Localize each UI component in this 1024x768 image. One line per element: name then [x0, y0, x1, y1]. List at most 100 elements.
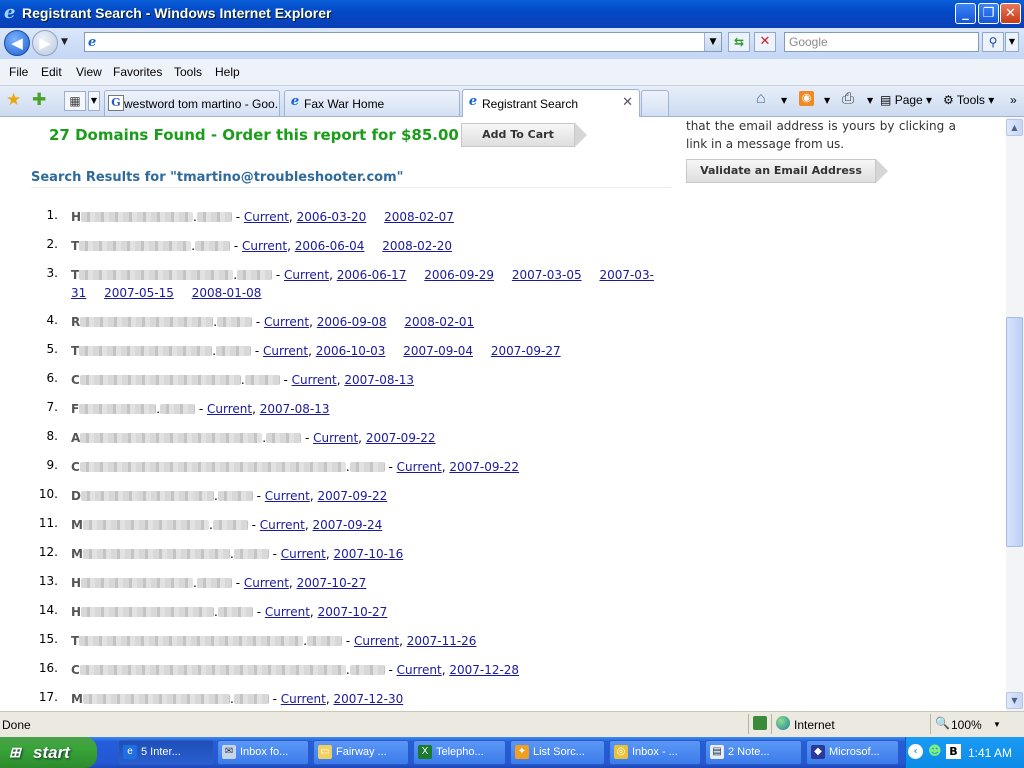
- taskbar-item[interactable]: e 5 Inter...: [118, 740, 214, 765]
- tab-close-icon[interactable]: ✕: [622, 95, 633, 110]
- tab-google-search[interactable]: G westword tom martino - Goo...: [104, 90, 280, 116]
- menu-view[interactable]: View: [76, 65, 102, 79]
- menu-tools[interactable]: Tools: [174, 65, 202, 79]
- feeds-dropdown-icon[interactable]: ▼: [824, 96, 830, 105]
- vertical-scrollbar[interactable]: ▲ ▼: [1006, 117, 1024, 711]
- history-date-link[interactable]: 2006-10-03: [316, 344, 386, 358]
- history-date-link[interactable]: 2007-05-15: [104, 286, 174, 300]
- menu-file[interactable]: File: [9, 65, 28, 79]
- taskbar-item[interactable]: ◆ Microsof...: [806, 740, 899, 765]
- history-date-link[interactable]: 2006-06-04: [295, 239, 365, 253]
- search-button[interactable]: ⚲: [982, 32, 1004, 52]
- history-date-link[interactable]: 2008-02-07: [384, 210, 454, 224]
- taskbar-item[interactable]: ✦ List Sorc...: [510, 740, 605, 765]
- current-link[interactable]: Current: [242, 239, 287, 253]
- taskbar-item[interactable]: ▤ 2 Note...: [705, 740, 802, 765]
- current-link[interactable]: Current: [284, 268, 329, 282]
- current-link[interactable]: Current: [264, 315, 309, 329]
- history-date-link[interactable]: 2007-10-16: [333, 547, 403, 561]
- history-date-link[interactable]: 2007-03-05: [512, 268, 582, 282]
- current-link[interactable]: Current: [244, 210, 289, 224]
- new-tab-button[interactable]: [641, 90, 669, 116]
- current-link[interactable]: Current: [281, 547, 326, 561]
- current-link[interactable]: Current: [281, 692, 326, 706]
- menu-edit[interactable]: Edit: [41, 65, 62, 79]
- current-link[interactable]: Current: [354, 634, 399, 648]
- history-date-link[interactable]: 2008-02-20: [382, 239, 452, 253]
- print-dropdown-icon[interactable]: ▼: [867, 96, 873, 105]
- page-menu[interactable]: ▤ Page ▾: [880, 93, 932, 107]
- taskbar-item[interactable]: ◎ Inbox - ...: [609, 740, 701, 765]
- history-date-link[interactable]: 2007-12-30: [333, 692, 403, 706]
- history-date-link[interactable]: 2006-06-17: [337, 268, 407, 282]
- scroll-down-button[interactable]: ▼: [1006, 692, 1023, 709]
- current-link[interactable]: Current: [263, 344, 308, 358]
- history-date-link[interactable]: 2007-10-27: [318, 605, 388, 619]
- history-date-link[interactable]: 2006-09-29: [424, 268, 494, 282]
- start-button[interactable]: ⊞ start: [0, 737, 97, 768]
- current-link[interactable]: Current: [397, 460, 442, 474]
- search-options-dropdown[interactable]: ▼: [1005, 32, 1019, 52]
- history-date-link[interactable]: 2007-09-22: [449, 460, 519, 474]
- history-date-link[interactable]: 2007-09-22: [317, 489, 387, 503]
- tab-registrant-search[interactable]: e Registrant Search ✕: [462, 89, 640, 117]
- tray-expand-icon[interactable]: ‹: [908, 744, 923, 759]
- search-input[interactable]: Google: [784, 32, 979, 52]
- history-date-link[interactable]: 2007-11-26: [407, 634, 477, 648]
- feeds-icon[interactable]: ◉: [799, 91, 814, 106]
- current-link[interactable]: Current: [244, 576, 289, 590]
- url-dropdown-icon[interactable]: ▼: [704, 33, 721, 51]
- quick-tabs-icon[interactable]: ▦: [64, 91, 86, 111]
- zoom-dropdown-icon[interactable]: ▼: [993, 720, 1001, 729]
- current-link[interactable]: Current: [292, 373, 337, 387]
- zoom-level[interactable]: 100%: [951, 718, 982, 732]
- history-date-link[interactable]: 2007-12-28: [449, 663, 519, 677]
- stop-button[interactable]: ✕: [754, 32, 776, 52]
- history-date-link[interactable]: 2007-10-27: [297, 576, 367, 590]
- current-link[interactable]: Current: [265, 489, 310, 503]
- menu-help[interactable]: Help: [215, 65, 240, 79]
- current-link[interactable]: Current: [313, 431, 358, 445]
- scroll-up-button[interactable]: ▲: [1006, 119, 1023, 136]
- taskbar-item[interactable]: ✉ Inbox fo...: [217, 740, 309, 765]
- history-date-link[interactable]: 2007-08-13: [344, 373, 414, 387]
- forward-button[interactable]: ▶: [32, 30, 58, 56]
- history-date-link[interactable]: 2008-02-01: [404, 315, 474, 329]
- history-date-link[interactable]: 2007-09-04: [403, 344, 473, 358]
- favorites-star-icon[interactable]: ★: [6, 90, 21, 110]
- current-link[interactable]: Current: [265, 605, 310, 619]
- toolbar-overflow-icon[interactable]: »: [1010, 93, 1017, 107]
- refresh-button[interactable]: ⇆: [728, 32, 750, 52]
- history-date-link[interactable]: 2007-09-24: [312, 518, 382, 532]
- tab-fax-war-home[interactable]: e Fax War Home: [284, 90, 460, 116]
- tab-list-dropdown[interactable]: ▼: [88, 91, 100, 111]
- history-date-link[interactable]: 2007-09-22: [366, 431, 436, 445]
- validate-email-button[interactable]: Validate an Email Address: [686, 159, 888, 183]
- current-link[interactable]: Current: [207, 402, 252, 416]
- menu-favorites[interactable]: Favorites: [113, 65, 162, 79]
- history-date-link[interactable]: 2007-09-27: [491, 344, 561, 358]
- minimize-button[interactable]: _: [955, 3, 976, 24]
- current-link[interactable]: Current: [397, 663, 442, 677]
- history-date-link[interactable]: 2006-03-20: [297, 210, 367, 224]
- tools-menu[interactable]: ⚙ Tools ▾: [943, 93, 994, 107]
- close-button[interactable]: ✕: [1000, 3, 1021, 24]
- taskbar-item[interactable]: ▭ Fairway ...: [313, 740, 409, 765]
- b-app-icon[interactable]: B: [946, 744, 961, 759]
- add-to-cart-button[interactable]: Add To Cart: [461, 123, 587, 147]
- current-link[interactable]: Current: [260, 518, 305, 532]
- add-favorites-icon[interactable]: ✚: [32, 90, 46, 110]
- taskbar-item[interactable]: X Telepho...: [413, 740, 506, 765]
- history-date-link[interactable]: 2006-09-08: [317, 315, 387, 329]
- history-date-link[interactable]: 2007-08-13: [260, 402, 330, 416]
- home-icon[interactable]: ⌂: [756, 90, 766, 108]
- zoom-icon[interactable]: 🔍: [935, 716, 950, 730]
- messenger-icon[interactable]: ☻: [928, 744, 942, 759]
- home-dropdown-icon[interactable]: ▼: [781, 96, 787, 105]
- scroll-thumb[interactable]: [1006, 317, 1023, 547]
- history-date-link[interactable]: 2008-01-08: [192, 286, 262, 300]
- back-button[interactable]: ◀: [4, 30, 30, 56]
- url-input[interactable]: e ▼: [84, 32, 722, 52]
- recent-pages-dropdown[interactable]: ▼: [61, 37, 68, 47]
- print-icon[interactable]: ⎙: [842, 90, 854, 107]
